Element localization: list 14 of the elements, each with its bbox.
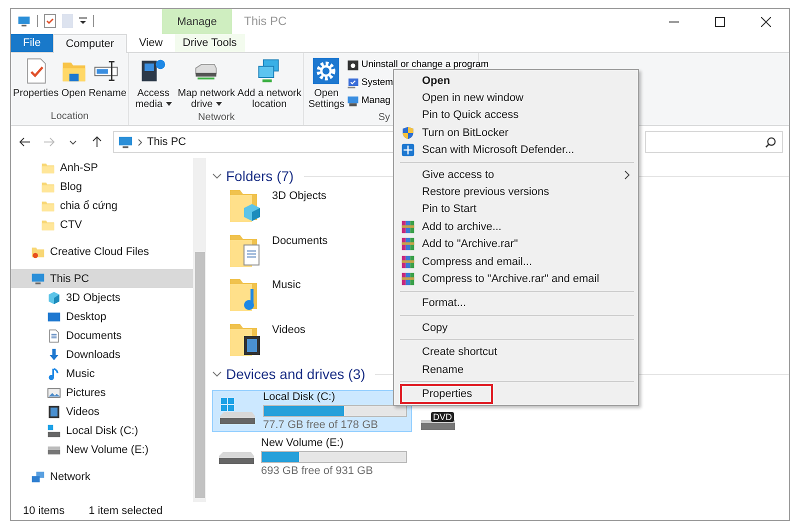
window-title: This PC [244,14,288,28]
free-space-text: 693 GB free of 931 GB [261,465,374,477]
item-count: 10 items [23,505,65,517]
selection-count: 1 item selected [88,505,163,517]
section-heading: Folders (7) [226,168,294,184]
group-label: Location [50,111,89,124]
drive-name: New Volume (E:) [261,437,345,449]
free-space-text: 77.7 GB free of 178 GB [263,419,379,431]
group-label: Sy [378,112,390,125]
section-heading: Devices and drives (3) [226,366,366,382]
contextual-tab-group: Manage [162,9,232,34]
dvd-badge: DVD [431,412,454,422]
group-label: Network [198,112,235,125]
drive-name: Local Disk (C:) [263,391,336,403]
